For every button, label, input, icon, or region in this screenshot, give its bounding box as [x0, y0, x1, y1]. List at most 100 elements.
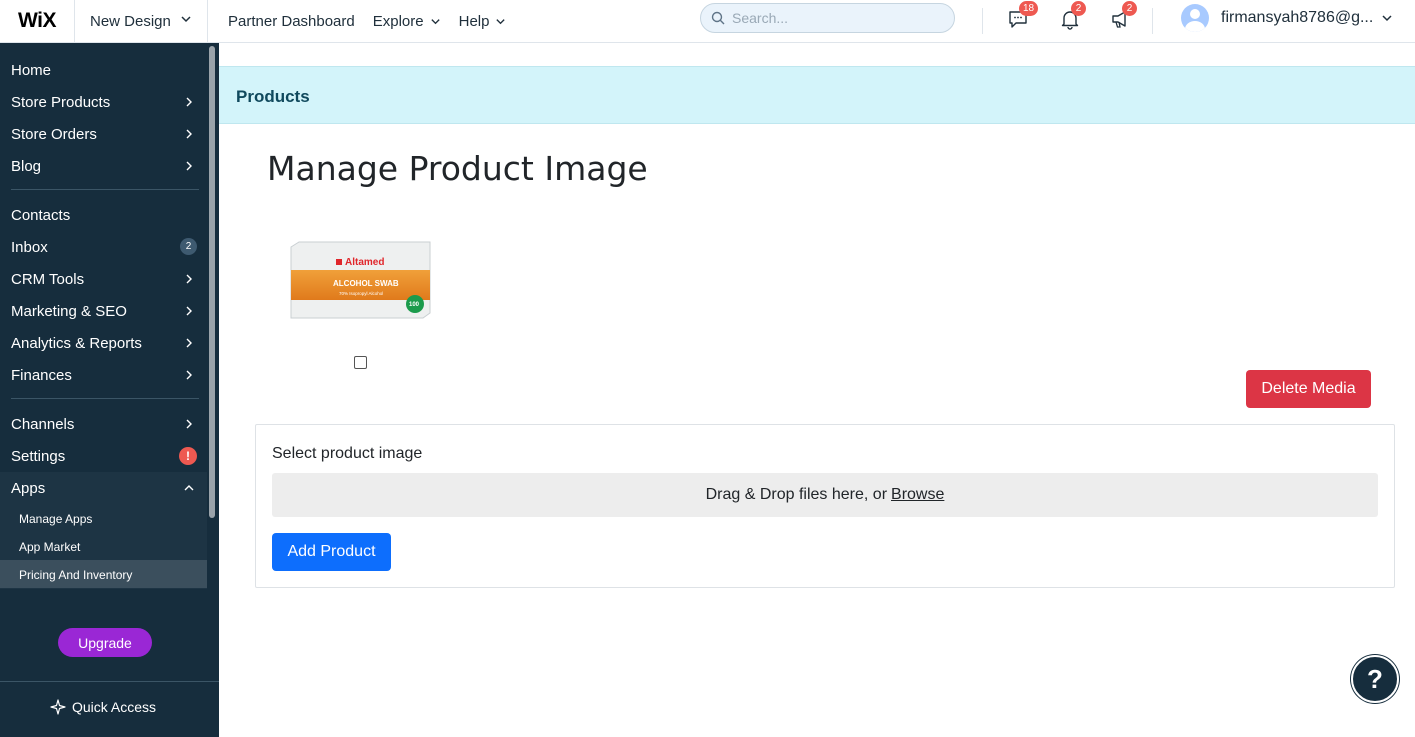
sidebar-subitem-pricing-inventory[interactable]: Pricing And Inventory [19, 566, 199, 584]
nav-label: Help [458, 12, 490, 30]
notifications-button[interactable]: 2 [1059, 1, 1086, 30]
divider [982, 8, 983, 34]
search-input[interactable] [732, 10, 932, 26]
sidebar-item-label: Apps [11, 479, 46, 497]
sidebar-item-label: CRM Tools [11, 270, 85, 288]
messages-button[interactable]: 18 [1007, 1, 1039, 30]
sidebar-item-label: Finances [11, 366, 72, 384]
product-box-image: Altamed ALCOHOL SWAB 70% Isopropyl Alcoh… [290, 241, 431, 319]
sidebar-item-blog[interactable]: Blog [11, 155, 201, 177]
nav-label: Partner Dashboard [228, 12, 355, 30]
sidebar-divider [11, 398, 199, 399]
chevron-right-icon [186, 338, 192, 348]
sidebar-item-store-products[interactable]: Store Products [11, 91, 201, 113]
sidebar-item-store-orders[interactable]: Store Orders [11, 123, 201, 145]
sidebar-subitem-label: Pricing And Inventory [19, 568, 133, 582]
sidebar-item-label: Analytics & Reports [11, 334, 142, 352]
chevron-up-icon [184, 485, 194, 491]
sidebar-subitem-label: App Market [19, 540, 81, 554]
sidebar-item-inbox[interactable]: Inbox 2 [11, 236, 201, 258]
add-product-button[interactable]: Add Product [272, 533, 391, 571]
product-count: 100 [409, 302, 420, 308]
main-content: Products Manage Product Image Altamed AL… [219, 43, 1415, 737]
sidebar-item-marketing-seo[interactable]: Marketing & SEO [11, 300, 201, 322]
chevron-right-icon [186, 129, 192, 139]
sidebar-item-home[interactable]: Home [11, 59, 201, 81]
chevron-right-icon [186, 370, 192, 380]
sidebar-scrollbar[interactable] [209, 46, 215, 518]
chevron-down-icon [181, 16, 191, 23]
settings-alert-badge: ! [179, 447, 197, 465]
chevron-right-icon [186, 306, 192, 316]
top-bar: WiX New Design Partner Dashboard Explore… [0, 0, 1415, 43]
sidebar-subitem-manage-apps[interactable]: Manage Apps [19, 510, 199, 528]
sidebar-item-label: Marketing & SEO [11, 302, 127, 320]
file-dropzone[interactable]: Drag & Drop files here, or Browse [272, 473, 1378, 517]
dropzone-text: Drag & Drop files here, or [705, 486, 888, 503]
product-brand: Altamed [345, 257, 384, 268]
announcements-badge: 2 [1122, 1, 1137, 16]
products-header: Products [219, 66, 1415, 124]
delete-media-button[interactable]: Delete Media [1246, 370, 1371, 408]
sidebar-item-label: Channels [11, 415, 75, 433]
help-button[interactable]: ? [1351, 655, 1399, 703]
nav-label: Explore [372, 12, 424, 30]
sidebar-item-crm-tools[interactable]: CRM Tools [11, 268, 201, 290]
sidebar-subitem-label: Manage Apps [19, 512, 93, 526]
sparkle-icon [50, 699, 66, 715]
sidebar-item-label: Home [11, 61, 52, 79]
sidebar-item-contacts[interactable]: Contacts [11, 204, 201, 226]
chevron-down-icon [1382, 15, 1392, 22]
nav-explore[interactable]: Explore [373, 13, 441, 30]
sidebar-item-label: Contacts [11, 206, 71, 224]
chevron-right-icon [186, 97, 192, 107]
site-name: New Design [90, 12, 171, 30]
upload-label: Select product image [272, 445, 423, 462]
products-title: Products [236, 87, 310, 106]
sidebar-item-label: Inbox [11, 238, 48, 256]
search-icon [711, 11, 725, 25]
search-box[interactable] [700, 3, 955, 33]
sidebar: Home Store Products Store Orders Blog Co… [0, 43, 219, 737]
wix-logo[interactable]: WiX [0, 0, 75, 42]
user-email: firmansyah8786@g... [1221, 9, 1374, 26]
nav-partner-dashboard[interactable]: Partner Dashboard [228, 13, 355, 30]
quick-access-label: Quick Access [72, 699, 157, 715]
inbox-count-badge: 2 [180, 238, 197, 255]
sidebar-item-label: Blog [11, 157, 42, 175]
user-menu[interactable]: firmansyah8786@g... [1181, 4, 1393, 32]
messages-badge: 18 [1019, 1, 1039, 16]
sidebar-item-label: Store Products [11, 93, 111, 111]
sidebar-item-analytics-reports[interactable]: Analytics & Reports [11, 332, 201, 354]
chevron-down-icon [430, 18, 440, 24]
page-title: Manage Product Image [267, 149, 648, 188]
sidebar-subitem-app-market[interactable]: App Market [19, 538, 199, 556]
sidebar-item-apps[interactable]: Apps [11, 477, 201, 499]
divider [1152, 8, 1153, 34]
select-image-checkbox[interactable] [354, 356, 367, 369]
product-image-thumbnail[interactable]: Altamed ALCOHOL SWAB 70% Isopropyl Alcoh… [289, 241, 432, 319]
chevron-right-icon [186, 161, 192, 171]
sidebar-item-label: Settings [11, 447, 66, 465]
upload-card: Select product image Drag & Drop files h… [255, 424, 1395, 588]
sidebar-item-channels[interactable]: Channels [11, 413, 201, 435]
top-nav: Partner Dashboard Explore Help [228, 13, 524, 30]
quick-access-button[interactable]: Quick Access [50, 699, 156, 715]
product-name: ALCOHOL SWAB [333, 279, 399, 288]
chevron-right-icon [186, 419, 192, 429]
chevron-right-icon [186, 274, 192, 284]
sidebar-item-finances[interactable]: Finances [11, 364, 201, 386]
sidebar-divider [0, 681, 219, 682]
chevron-down-icon [496, 18, 506, 24]
announcements-button[interactable]: 2 [1110, 1, 1137, 30]
upgrade-button[interactable]: Upgrade [58, 628, 152, 657]
avatar [1181, 4, 1209, 32]
site-selector[interactable]: New Design [75, 0, 208, 42]
browse-link[interactable]: Browse [891, 486, 944, 504]
sidebar-item-settings[interactable]: Settings ! [11, 445, 201, 467]
nav-help[interactable]: Help [459, 13, 507, 30]
product-subtitle: 70% Isopropyl Alcohol [339, 291, 383, 296]
sidebar-divider [11, 189, 199, 190]
notifications-badge: 2 [1071, 1, 1086, 16]
sidebar-item-label: Store Orders [11, 125, 97, 143]
